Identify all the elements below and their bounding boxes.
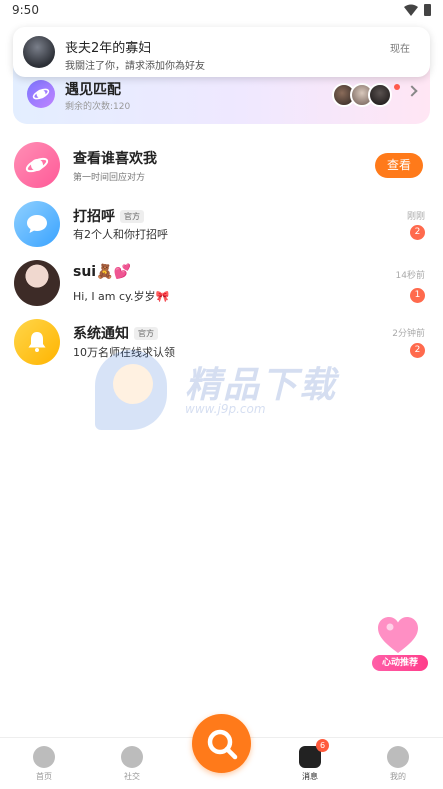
avatar [14, 260, 60, 306]
list-item-title-text: 系统通知 [73, 326, 129, 342]
notification-popup[interactable]: 丧夫2年的寡妇 我關注了你，請求添加你為好友 现在 [13, 27, 430, 77]
list-item-subtitle: 有2个人和你打招呼 [73, 228, 168, 241]
bell-icon [14, 319, 60, 365]
watermark-text: 精品下载 [185, 365, 338, 406]
watermark-logo-icon [95, 350, 167, 430]
notification-time: 现在 [390, 44, 410, 55]
new-dot [394, 84, 400, 90]
nav-label: 社交 [124, 772, 140, 781]
list-item-title-text: sui🧸💕 [73, 264, 131, 280]
unread-badge: 2 [410, 343, 425, 358]
battery-icon [424, 4, 431, 16]
list-item[interactable]: sui🧸💕 Hi, I am cy.岁岁🎀 14秒前 1 [0, 259, 443, 309]
watermark-url: www.j9p.com [185, 402, 266, 416]
view-button[interactable]: 查看 [375, 153, 423, 178]
status-time: 9:50 [12, 3, 39, 17]
chevron-right-icon [406, 85, 418, 97]
center-action-button[interactable] [192, 714, 251, 773]
nav-badge: 6 [316, 739, 329, 752]
nav-label: 我的 [390, 772, 406, 781]
nav-social[interactable]: 社交 [107, 746, 157, 782]
unread-badge: 2 [410, 225, 425, 240]
wifi-icon [404, 4, 418, 16]
nav-home[interactable]: 首页 [19, 746, 69, 782]
who-likes-subtitle: 第一时间回应对方 [73, 173, 146, 183]
list-item-time: 刚刚 [406, 212, 425, 222]
list-item-subtitle: Hi, I am cy.岁岁🎀 [73, 290, 170, 303]
message-icon: 6 [299, 739, 329, 768]
match-remaining: 剩余的次数:120 [65, 102, 131, 112]
unread-badge: 1 [410, 288, 425, 303]
notification-title: 丧夫2年的寡妇 [65, 41, 152, 56]
nav-label: 消息 [302, 772, 318, 781]
nav-messages[interactable]: 6 消息 [285, 739, 335, 782]
official-tag: 官方 [134, 326, 158, 340]
notification-message: 我關注了你，請求添加你為好友 [65, 61, 205, 72]
list-item-time: 14秒前 [395, 271, 425, 281]
notification-avatar [23, 36, 55, 68]
status-bar: 9:50 [0, 0, 443, 22]
compass-icon [121, 746, 143, 768]
who-likes-title: 查看谁喜欢我 [73, 148, 157, 168]
recommend-float-button[interactable]: 心动推荐 [372, 615, 428, 673]
chat-bubble-icon [14, 201, 60, 247]
list-item-title: 打招呼 官方 [73, 206, 144, 226]
smile-icon [387, 746, 409, 768]
nav-label: 首页 [36, 772, 52, 781]
list-item-title-text: 打招呼 [73, 209, 115, 225]
heart-icon [378, 617, 418, 653]
match-title: 遇见匹配 [65, 82, 121, 98]
list-item[interactable]: 打招呼 官方 有2个人和你打招呼 刚刚 2 [0, 200, 443, 250]
official-tag: 官方 [120, 209, 144, 223]
planet-icon [14, 142, 60, 188]
who-likes-title-text: 查看谁喜欢我 [73, 151, 157, 167]
status-icons [404, 4, 431, 16]
list-item-title: 系统通知 官方 [73, 323, 158, 343]
list-item-time: 2分钟前 [392, 329, 425, 339]
search-icon [207, 729, 238, 760]
planet-icon [27, 80, 55, 108]
list-item-title: sui🧸💕 [73, 264, 131, 280]
home-icon [33, 746, 55, 768]
match-avatars [332, 83, 392, 107]
recommend-label: 心动推荐 [372, 655, 428, 671]
nav-profile[interactable]: 我的 [373, 746, 423, 782]
avatar [368, 83, 392, 107]
watermark: 精品下载 www.j9p.com [95, 350, 355, 440]
